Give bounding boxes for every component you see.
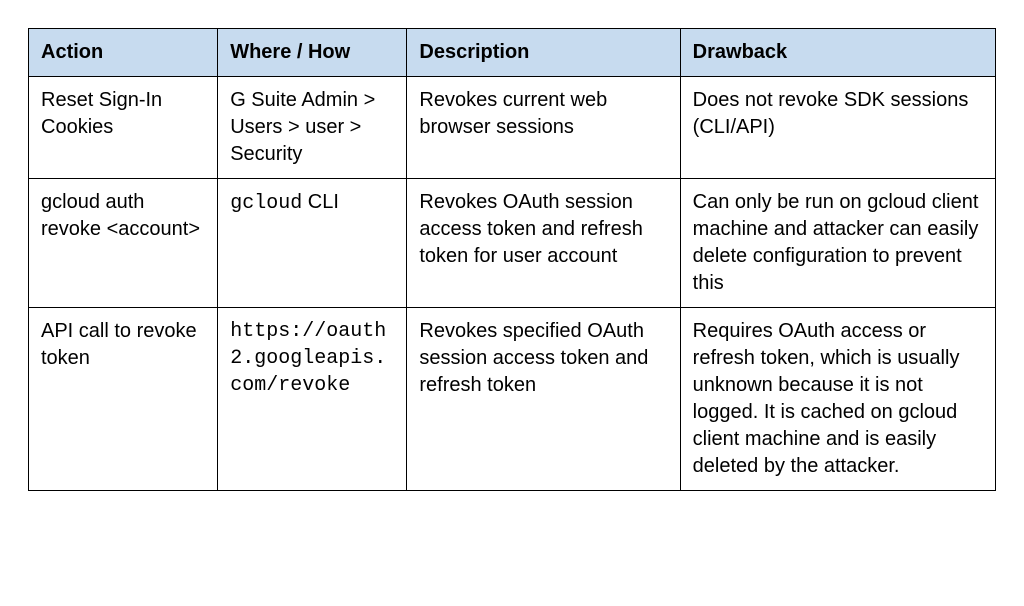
table-row: gcloud auth revoke <account>gcloud CLIRe… bbox=[29, 179, 996, 308]
cell-description: Revokes OAuth session access token and r… bbox=[407, 179, 680, 308]
where-segment: gcloud bbox=[230, 192, 302, 215]
th-action: Action bbox=[29, 29, 218, 77]
cell-where: https://oauth2.googleapis.com/revoke bbox=[218, 308, 407, 491]
cell-where: gcloud CLI bbox=[218, 179, 407, 308]
table-body: Reset Sign-In CookiesG Suite Admin > Use… bbox=[29, 77, 996, 491]
th-desc: Description bbox=[407, 29, 680, 77]
cell-drawback: Can only be run on gcloud client machine… bbox=[680, 179, 995, 308]
cell-description: Revokes specified OAuth session access t… bbox=[407, 308, 680, 491]
th-where: Where / How bbox=[218, 29, 407, 77]
cell-drawback: Requires OAuth access or refresh token, … bbox=[680, 308, 995, 491]
cell-drawback: Does not revoke SDK sessions (CLI/API) bbox=[680, 77, 995, 179]
th-draw: Drawback bbox=[680, 29, 995, 77]
cell-description: Revokes current web browser sessions bbox=[407, 77, 680, 179]
where-segment: CLI bbox=[302, 191, 339, 213]
revoke-methods-table: Action Where / How Description Drawback … bbox=[28, 28, 996, 491]
cell-where: G Suite Admin > Users > user > Security bbox=[218, 77, 407, 179]
cell-action: Reset Sign-In Cookies bbox=[29, 77, 218, 179]
table-row: API call to revoke tokenhttps://oauth2.g… bbox=[29, 308, 996, 491]
cell-action: API call to revoke token bbox=[29, 308, 218, 491]
table-header-row: Action Where / How Description Drawback bbox=[29, 29, 996, 77]
cell-action: gcloud auth revoke <account> bbox=[29, 179, 218, 308]
table-row: Reset Sign-In CookiesG Suite Admin > Use… bbox=[29, 77, 996, 179]
